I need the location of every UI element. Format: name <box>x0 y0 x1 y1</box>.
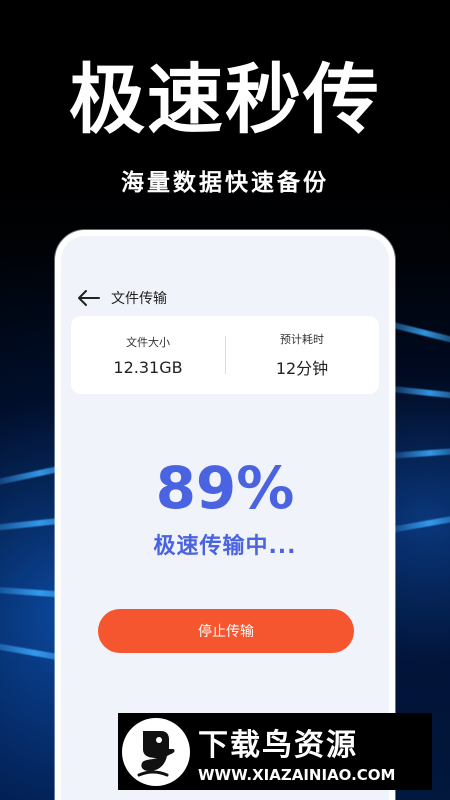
page-title: 文件传输 <box>111 291 167 307</box>
progress-percent: 89% <box>155 454 295 522</box>
transfer-status: 极速传输中... <box>153 534 297 559</box>
estimated-time-column: 预计耗时 12分钟 <box>225 316 379 394</box>
promo-subheadline: 海量数据快速备份 <box>121 170 329 196</box>
watermark-banner: 下载鸟资源 WWW.XIAZAINIAO.COM <box>118 713 432 790</box>
promo-headline: 极速秒传 <box>69 55 381 144</box>
estimated-time-value: 12分钟 <box>275 359 329 378</box>
file-size-label: 文件大小 <box>126 335 170 349</box>
nav-bar: 文件传输 <box>77 286 167 310</box>
watermark-text: 下载鸟资源 WWW.XIAZAINIAO.COM <box>198 720 395 784</box>
file-size-column: 文件大小 12.31GB <box>71 316 225 394</box>
file-info-card: 文件大小 12.31GB 预计耗时 12分钟 <box>71 316 379 394</box>
stop-transfer-button[interactable]: 停止传输 <box>98 609 354 653</box>
back-arrow-icon[interactable] <box>77 286 101 310</box>
watermark-url: WWW.XIAZAINIAO.COM <box>198 765 396 784</box>
estimated-time-label: 预计耗时 <box>280 333 324 346</box>
divider <box>225 336 226 374</box>
file-size-value: 12.31GB <box>113 357 183 377</box>
bird-logo-icon <box>122 717 190 786</box>
watermark-title: 下载鸟资源 <box>198 727 358 763</box>
